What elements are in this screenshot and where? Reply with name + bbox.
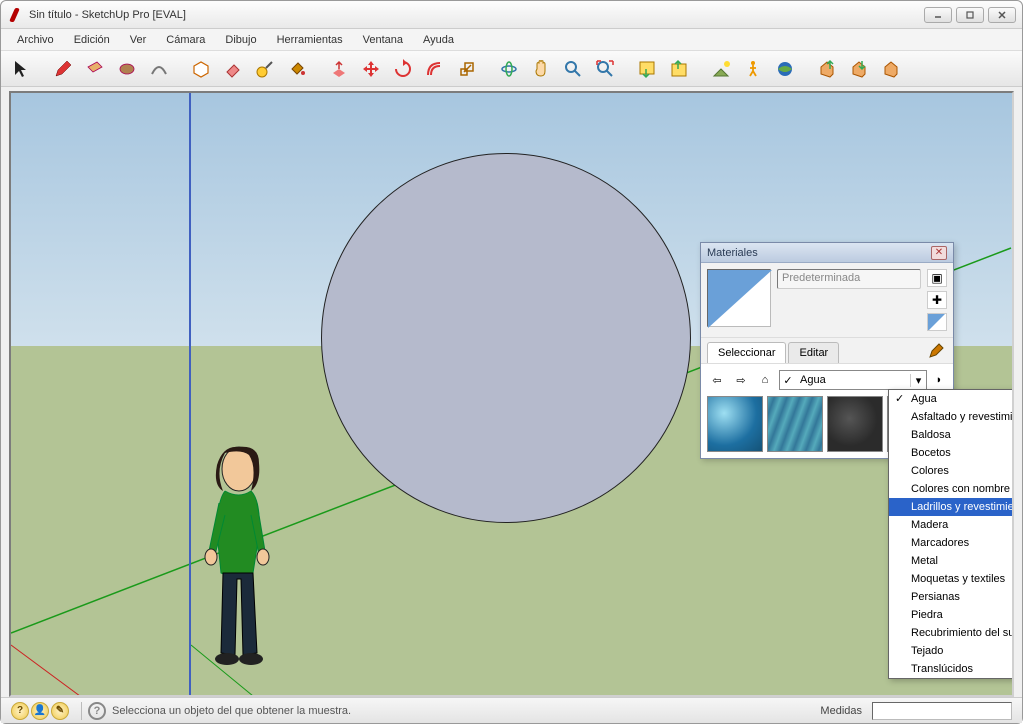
viewport[interactable]: Materiales ✕ Predeterminada ▣ ✚ Seleccio… xyxy=(9,91,1014,697)
dropdown-item[interactable]: Madera xyxy=(889,516,1014,534)
current-material-swatch[interactable] xyxy=(707,269,771,327)
material-name-field[interactable]: Predeterminada xyxy=(777,269,921,289)
tool-extension[interactable] xyxy=(877,55,905,83)
tool-pencil[interactable] xyxy=(49,55,77,83)
tool-push-pull[interactable] xyxy=(325,55,353,83)
measure-input[interactable] xyxy=(872,702,1012,720)
axis-blue xyxy=(189,93,191,695)
sample-paint-icon[interactable] xyxy=(927,342,947,363)
dropdown-item[interactable]: Tejado xyxy=(889,642,1014,660)
dropdown-item[interactable]: Colores con nombre xyxy=(889,480,1014,498)
menu-ayuda[interactable]: Ayuda xyxy=(415,32,462,48)
tool-send-photo[interactable] xyxy=(665,55,693,83)
dropdown-item[interactable]: Asfaltado y revestimientos xyxy=(889,408,1014,426)
nav-back-button[interactable]: ⇦ xyxy=(707,370,727,390)
tool-warehouse-get[interactable] xyxy=(813,55,841,83)
dropdown-item[interactable]: Baldosa xyxy=(889,426,1014,444)
tool-walk[interactable] xyxy=(739,55,767,83)
tool-warehouse-share[interactable] xyxy=(845,55,873,83)
tool-make-component[interactable] xyxy=(187,55,215,83)
maximize-button[interactable] xyxy=(956,7,984,23)
tool-paint-bucket[interactable] xyxy=(283,55,311,83)
tool-preview-ge[interactable] xyxy=(771,55,799,83)
menu-edicion[interactable]: Edición xyxy=(66,32,118,48)
display-secondary-pane-button[interactable]: ▣ xyxy=(927,269,947,287)
menu-archivo[interactable]: Archivo xyxy=(9,32,62,48)
nav-home-button[interactable]: ⌂ xyxy=(755,370,775,390)
tool-offset[interactable] xyxy=(421,55,449,83)
minimize-button[interactable] xyxy=(924,7,952,23)
dropdown-item[interactable]: Agua xyxy=(889,390,1014,408)
details-menu-button[interactable]: ◗ xyxy=(931,374,947,386)
combo-value: Agua xyxy=(796,374,910,386)
panel-titlebar[interactable]: Materiales ✕ xyxy=(701,243,953,263)
dropdown-item[interactable]: Colores xyxy=(889,462,1014,480)
tool-arc[interactable] xyxy=(145,55,173,83)
model-circle-face[interactable] xyxy=(321,153,691,523)
dropdown-item[interactable]: Metal xyxy=(889,552,1014,570)
dropdown-item[interactable]: Persianas xyxy=(889,588,1014,606)
menu-herramientas[interactable]: Herramientas xyxy=(269,32,351,48)
tool-select[interactable] xyxy=(7,55,35,83)
menu-dibujo[interactable]: Dibujo xyxy=(217,32,264,48)
statusbar: ? 👤 ✎ ? Selecciona un objeto del que obt… xyxy=(1,697,1022,723)
status-icon-1[interactable]: ? xyxy=(11,702,29,720)
tool-zoom[interactable] xyxy=(559,55,587,83)
status-icon-3[interactable]: ✎ xyxy=(51,702,69,720)
menu-ver[interactable]: Ver xyxy=(122,32,155,48)
dropdown-item[interactable]: Bocetos xyxy=(889,444,1014,462)
dropdown-item[interactable]: Translúcidos xyxy=(889,660,1014,678)
tab-editar[interactable]: Editar xyxy=(788,342,839,363)
material-thumb[interactable] xyxy=(827,396,883,452)
dropdown-item[interactable]: Recubrimiento del suelo xyxy=(889,624,1014,642)
menubar: Archivo Edición Ver Cámara Dibujo Herram… xyxy=(1,29,1022,51)
app-logo-icon xyxy=(7,7,23,23)
divider xyxy=(81,702,82,720)
tab-seleccionar[interactable]: Seleccionar xyxy=(707,342,786,363)
tool-scale[interactable] xyxy=(453,55,481,83)
nav-forward-button[interactable]: ⇨ xyxy=(731,370,751,390)
tool-rectangle[interactable] xyxy=(81,55,109,83)
tool-add-location[interactable] xyxy=(707,55,735,83)
tool-rotate[interactable] xyxy=(389,55,417,83)
status-icon-2[interactable]: 👤 xyxy=(31,702,49,720)
tool-pan[interactable] xyxy=(527,55,555,83)
create-material-button[interactable]: ✚ xyxy=(927,291,947,309)
dropdown-item[interactable]: Ladrillos y revestimientos xyxy=(889,498,1014,516)
dropdown-item[interactable]: Piedra xyxy=(889,606,1014,624)
panel-title-text: Materiales xyxy=(707,247,758,259)
measure-label: Medidas xyxy=(820,705,866,717)
toolbar xyxy=(1,51,1022,87)
menu-ventana[interactable]: Ventana xyxy=(355,32,411,48)
tool-orbit[interactable] xyxy=(495,55,523,83)
menu-camara[interactable]: Cámara xyxy=(158,32,213,48)
dropdown-item[interactable]: Moquetas y textiles xyxy=(889,570,1014,588)
panel-close-button[interactable]: ✕ xyxy=(931,246,947,260)
scale-figure xyxy=(195,443,295,673)
help-icon[interactable]: ? xyxy=(88,702,106,720)
dropdown-item[interactable]: Marcadores xyxy=(889,534,1014,552)
app-window: Sin título - SketchUp Pro [EVAL] Archivo… xyxy=(0,0,1023,724)
default-material-button[interactable] xyxy=(927,313,947,331)
status-hint: Selecciona un objeto del que obtener la … xyxy=(112,705,351,717)
tool-circle[interactable] xyxy=(113,55,141,83)
tool-eraser[interactable] xyxy=(219,55,247,83)
tool-get-photo-texture[interactable] xyxy=(633,55,661,83)
combo-dropdown-button[interactable]: ▾ xyxy=(910,374,926,387)
tool-tape-measure[interactable] xyxy=(251,55,279,83)
library-combo[interactable]: ✓ Agua ▾ xyxy=(779,370,927,390)
tool-zoom-extents[interactable] xyxy=(591,55,619,83)
close-button[interactable] xyxy=(988,7,1016,23)
material-thumb[interactable] xyxy=(707,396,763,452)
library-dropdown-list[interactable]: AguaAsfaltado y revestimientosBaldosaBoc… xyxy=(888,389,1014,679)
combo-check-icon: ✓ xyxy=(780,374,796,387)
window-title: Sin título - SketchUp Pro [EVAL] xyxy=(29,9,186,21)
titlebar: Sin título - SketchUp Pro [EVAL] xyxy=(1,1,1022,29)
material-thumb[interactable] xyxy=(767,396,823,452)
tool-move[interactable] xyxy=(357,55,385,83)
